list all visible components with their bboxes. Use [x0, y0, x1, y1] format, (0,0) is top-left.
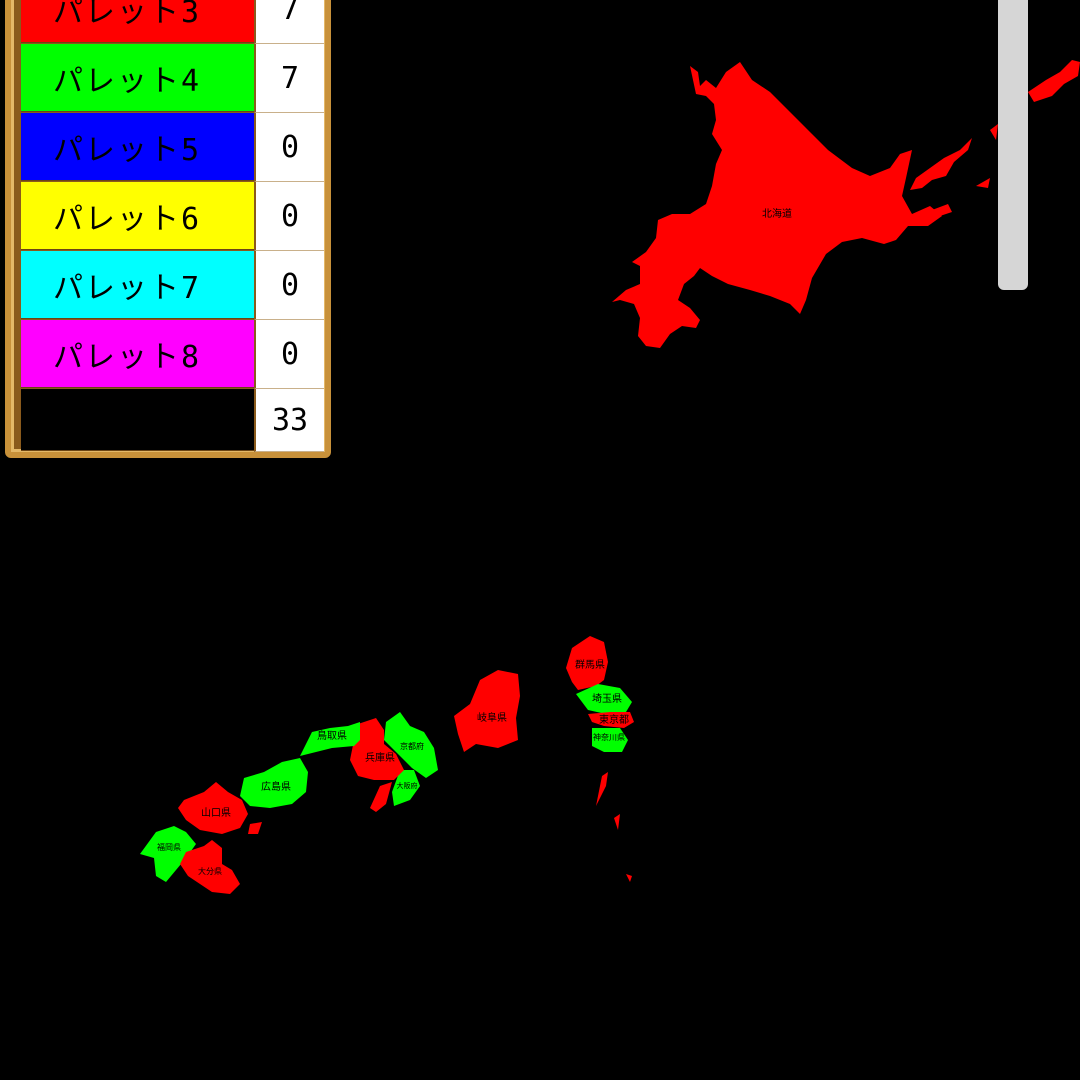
pref-hiroshima[interactable]: 広島県	[240, 758, 308, 808]
pref-label: 神奈川県	[593, 732, 625, 742]
island-group	[596, 772, 632, 882]
pref-tokyo[interactable]: 東京都	[588, 712, 634, 728]
pref-gunma[interactable]: 群馬県	[566, 636, 608, 690]
pref-label: 大分県	[198, 866, 222, 876]
pref-label: 京都府	[400, 741, 424, 751]
pref-label: 大阪府	[397, 781, 418, 790]
pref-label: 兵庫県	[365, 751, 395, 764]
pref-label: 山口県	[201, 807, 231, 819]
japan-map: 北海道 群馬県 埼玉県 東京都 神奈川県 岐阜県 京都府 大阪府 兵庫県 鳥取県…	[140, 60, 1080, 894]
pref-tottori[interactable]: 鳥取県	[300, 722, 360, 756]
pref-label: 岐阜県	[477, 711, 507, 724]
pref-label: 広島県	[261, 780, 291, 793]
pref-label: 埼玉県	[592, 692, 622, 705]
pref-hokkaido[interactable]: 北海道	[612, 60, 1080, 348]
pref-label: 福岡県	[157, 843, 181, 852]
pref-label: 北海道	[762, 207, 792, 220]
pref-kanagawa[interactable]: 神奈川県	[592, 728, 628, 752]
pref-label: 群馬県	[575, 658, 605, 671]
pref-gifu[interactable]: 岐阜県	[454, 670, 520, 752]
pref-label: 鳥取県	[317, 729, 347, 742]
pref-label: 東京都	[599, 713, 629, 726]
